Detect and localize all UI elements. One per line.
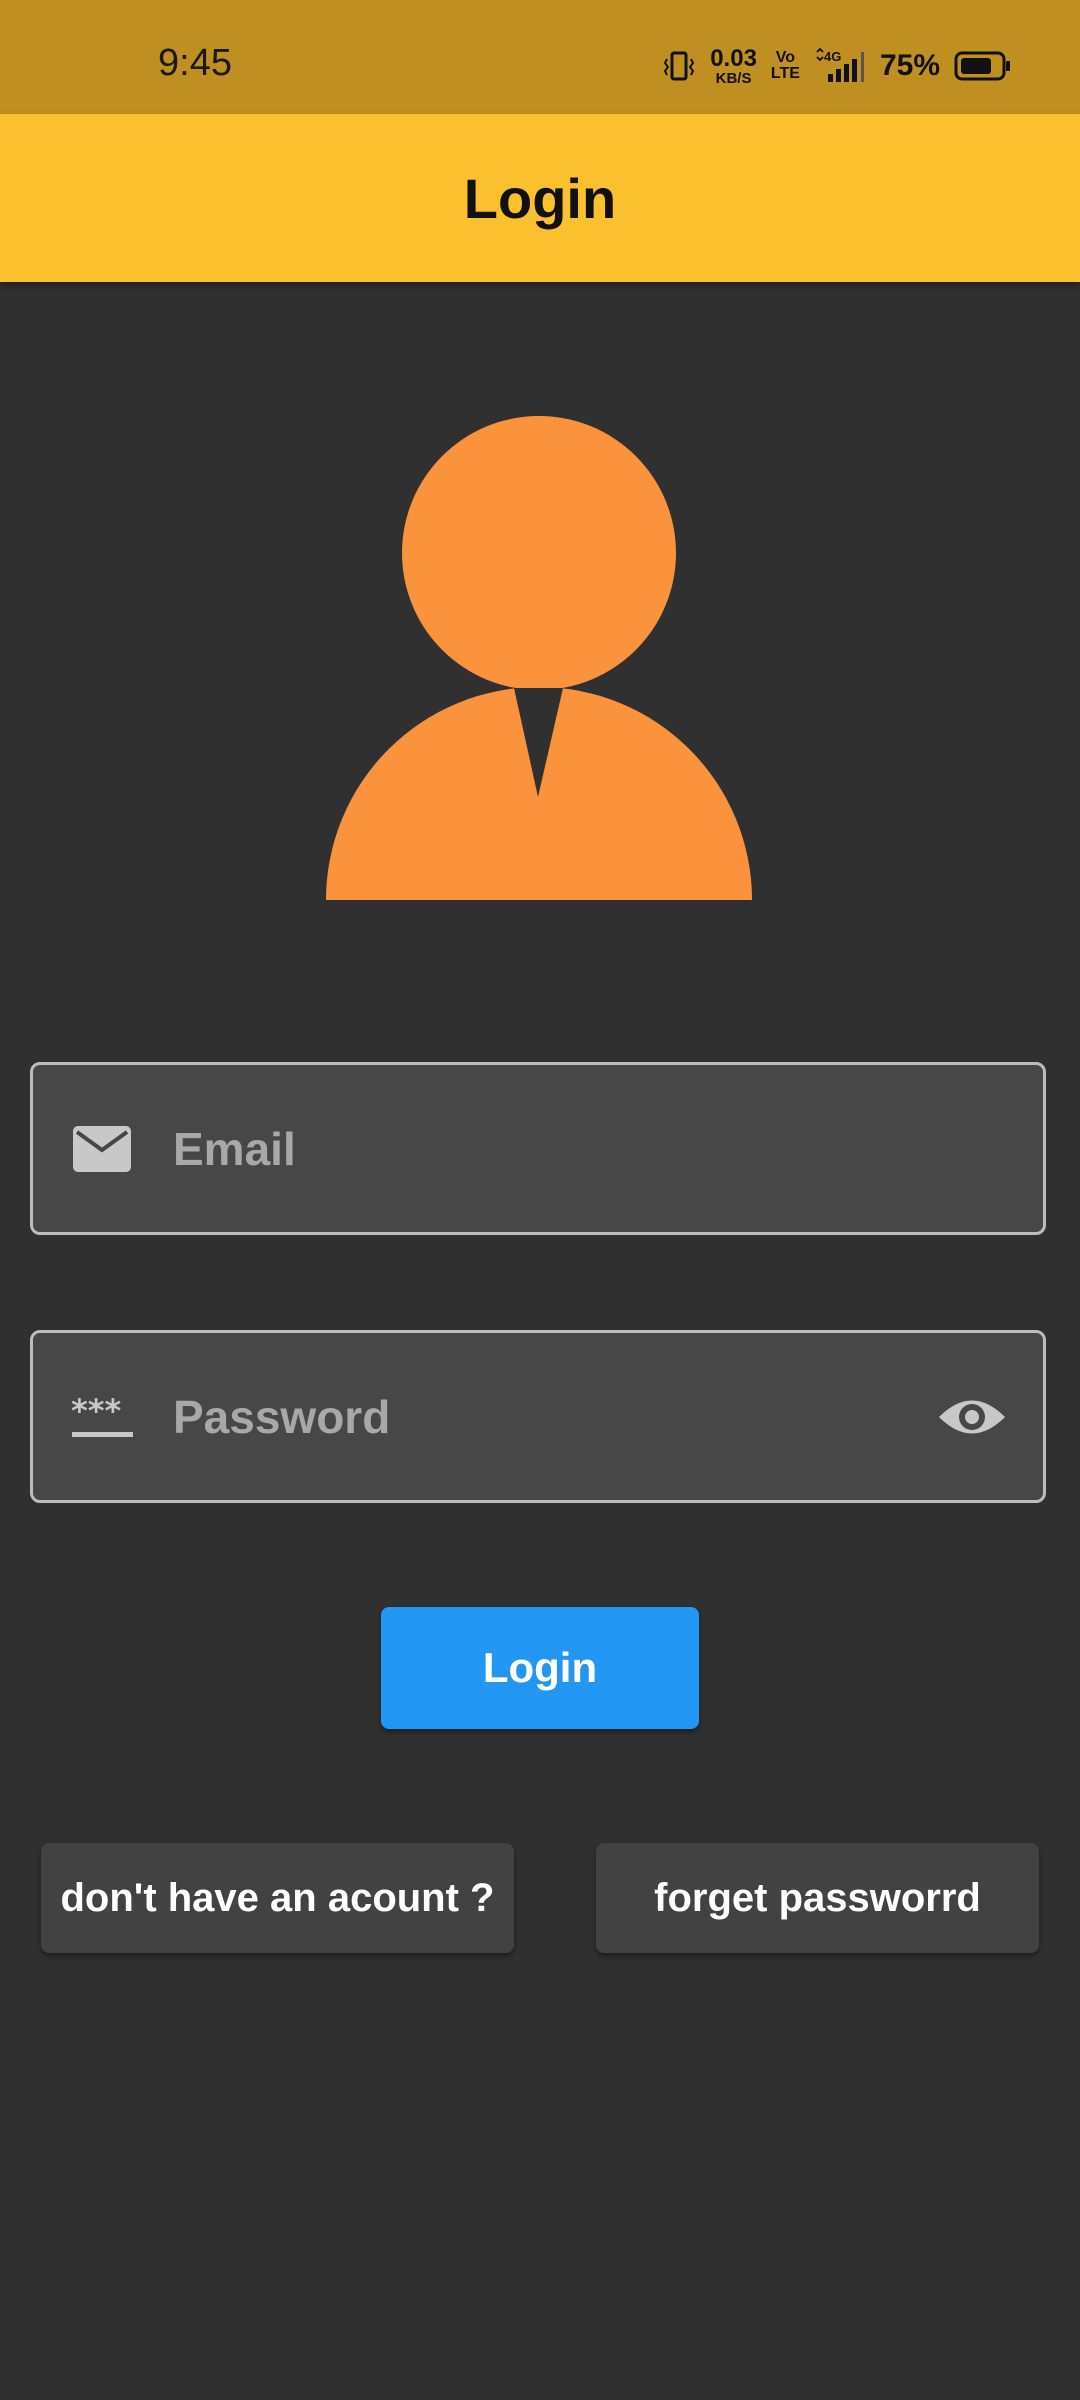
network-type: 4G (824, 49, 841, 64)
volte-top: Vo (775, 49, 796, 66)
battery-icon (954, 51, 1010, 81)
password-icon: *** (71, 1392, 133, 1437)
user-avatar-icon (326, 416, 752, 900)
status-time: 9:45 (158, 42, 232, 84)
email-input[interactable] (173, 1065, 923, 1232)
status-icons: 0.03 KB/S Vo LTE 4G 75% (662, 46, 1012, 86)
password-field[interactable]: *** (30, 1330, 1046, 1503)
network-speed: 0.03 KB/S (710, 44, 757, 87)
vibrate-icon (664, 51, 695, 81)
volte-indicator: Vo LTE (771, 50, 800, 82)
battery-percent: 75% (879, 49, 940, 82)
volte-bottom: LTE (770, 65, 800, 82)
eye-icon[interactable] (937, 1392, 1007, 1442)
svg-text:***: *** (71, 1392, 121, 1430)
forgot-password-button[interactable]: forget passworrd (596, 1843, 1039, 1953)
network-speed-unit: KB/S (715, 69, 752, 87)
status-bar: 9:45 0.03 KB/S Vo LTE 4G 75% (0, 0, 1080, 114)
signal-icon: 4G (816, 48, 864, 82)
email-field[interactable] (30, 1062, 1046, 1235)
signup-button[interactable]: don't have an acount ? (41, 1843, 514, 1953)
app-bar: Login (0, 114, 1080, 282)
network-speed-value: 0.03 (710, 44, 757, 72)
password-input[interactable] (173, 1333, 923, 1500)
mail-icon (73, 1125, 131, 1172)
page-title: Login (463, 166, 617, 230)
login-button[interactable]: Login (381, 1607, 699, 1729)
